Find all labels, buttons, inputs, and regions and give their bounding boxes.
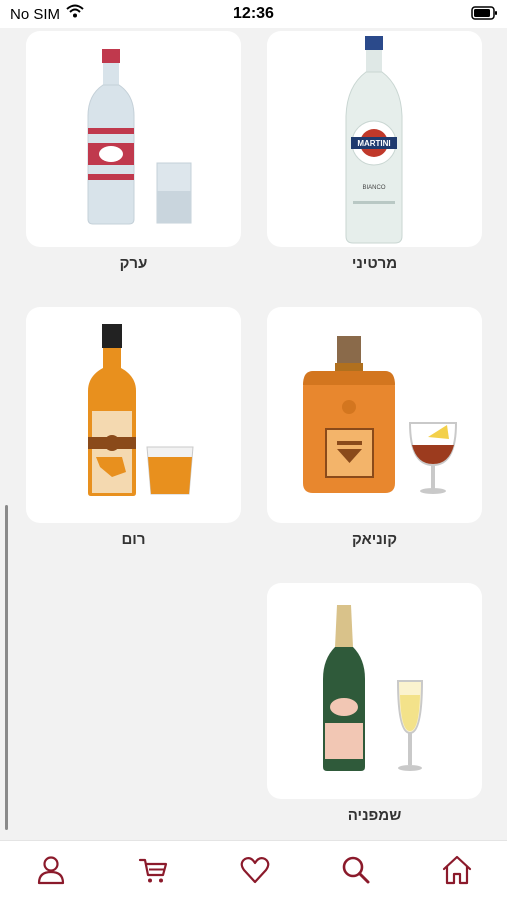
category-card-arak[interactable] — [26, 31, 241, 247]
search-icon — [342, 856, 370, 884]
category-card-martini[interactable]: MARTINI BIANCO — [267, 31, 482, 247]
martini-variant-text: BIANCO — [362, 185, 385, 191]
martini-brand-text: MARTINI — [357, 139, 390, 148]
tab-profile[interactable] — [31, 853, 71, 889]
category-label-cognac[interactable]: קוניאק — [267, 531, 482, 548]
cart-icon — [138, 858, 168, 883]
tab-favorites[interactable] — [234, 853, 274, 889]
category-label-champagne[interactable]: שמפניה — [267, 807, 482, 824]
heart-icon — [240, 857, 270, 884]
home-icon — [442, 855, 472, 885]
tab-search[interactable] — [335, 853, 375, 889]
category-card-rum[interactable] — [26, 307, 241, 523]
category-label-arak[interactable]: ערק — [26, 255, 241, 272]
rum-bottle-icon — [88, 324, 194, 496]
category-card-champagne[interactable] — [267, 583, 482, 799]
battery-icon — [471, 6, 499, 25]
champagne-bottle-icon — [323, 605, 424, 771]
tab-bar — [0, 840, 507, 901]
arak-bottle-icon — [87, 49, 192, 225]
status-bar: No SIM 12:36 — [0, 0, 507, 28]
tab-home[interactable] — [436, 853, 476, 889]
category-label-martini[interactable]: מרטיני — [267, 255, 482, 272]
user-icon — [37, 856, 65, 885]
martini-bottle-icon: MARTINI BIANCO — [345, 36, 403, 244]
category-card-cognac[interactable] — [267, 307, 482, 523]
clock: 12:36 — [233, 5, 274, 22]
scroll-indicator[interactable] — [5, 505, 8, 830]
category-label-rum[interactable]: רום — [26, 531, 241, 548]
tab-cart[interactable] — [132, 853, 172, 889]
cognac-bottle-icon — [303, 336, 458, 494]
